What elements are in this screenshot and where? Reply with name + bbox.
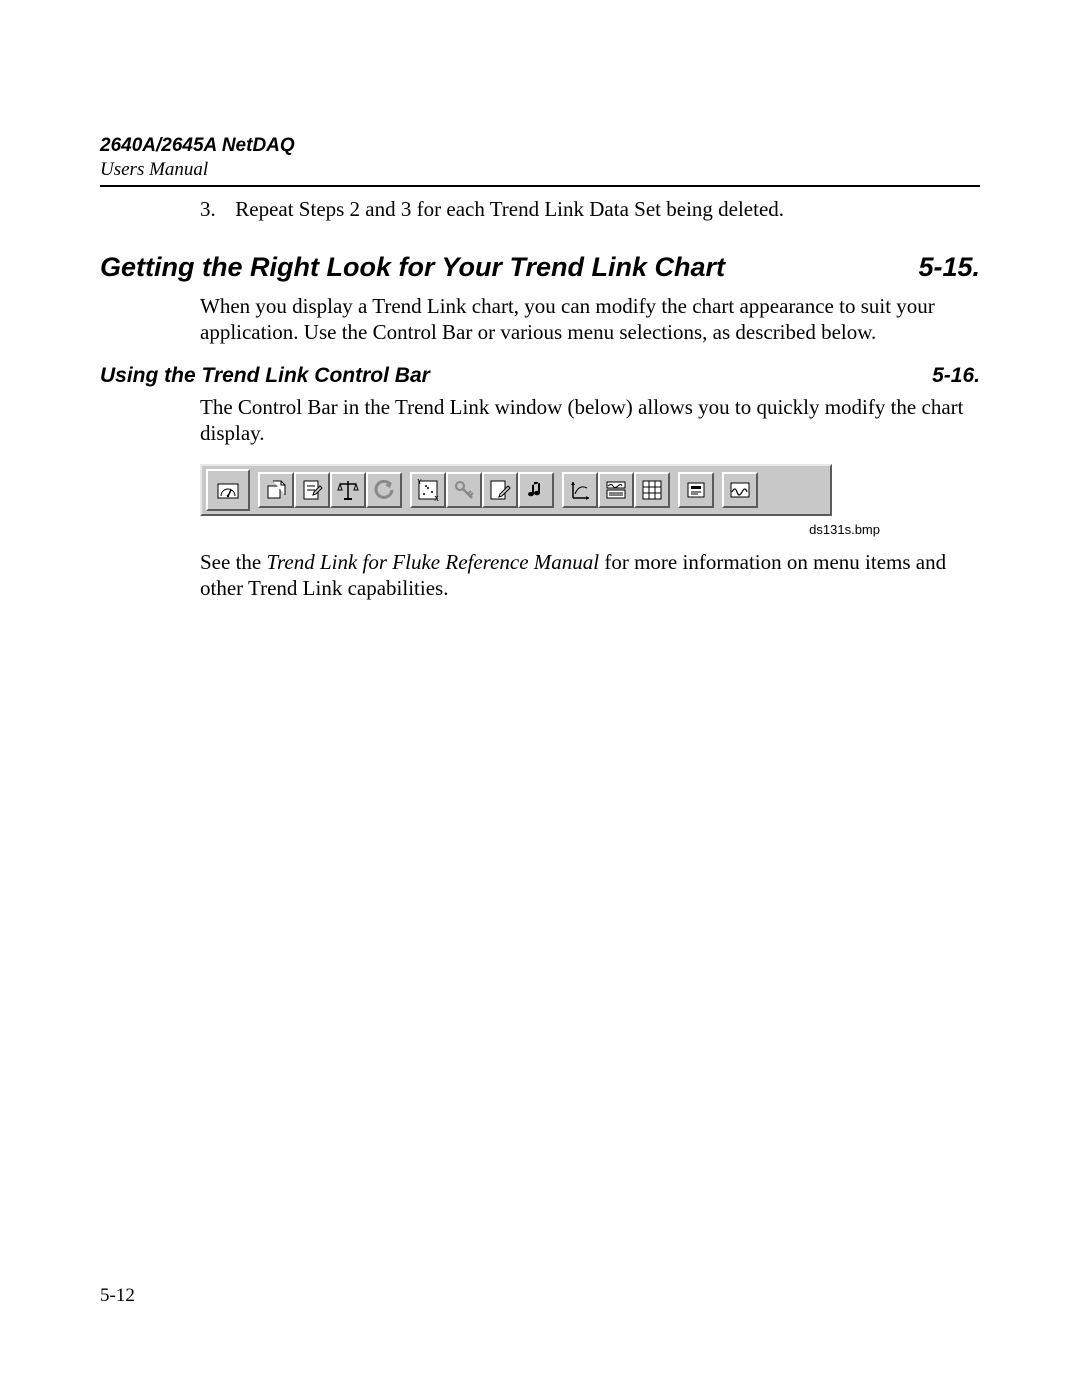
chart-window-icon (604, 478, 628, 502)
document-edit-button[interactable] (294, 472, 330, 508)
subsection-number: 5-16. (932, 364, 980, 388)
key-button[interactable] (446, 472, 482, 508)
file-new-button[interactable] (258, 472, 294, 508)
dashboard-gauge-button[interactable] (206, 469, 250, 511)
section-number: 5-15. (918, 252, 980, 283)
step-text: Repeat Steps 2 and 3 for each Trend Link… (235, 197, 784, 221)
page-header: 2640A/2645A NetDAQ Users Manual (100, 135, 980, 187)
subsection-title: Using the Trend Link Control Bar (100, 364, 430, 388)
step-number: 3. (200, 197, 230, 222)
waveform-icon (728, 478, 752, 502)
section-heading-1: Getting the Right Look for Your Trend Li… (100, 252, 980, 283)
trend-link-control-bar: Y X (200, 464, 832, 516)
header-rule (100, 185, 980, 187)
svg-text:Y: Y (417, 478, 422, 486)
section-heading-2: Using the Trend Link Control Bar 5-16. (100, 364, 980, 388)
grid-button[interactable] (634, 472, 670, 508)
axis-arrows-button[interactable] (562, 472, 598, 508)
grid-icon (640, 478, 664, 502)
pencil-edit-icon (488, 478, 512, 502)
card-button[interactable] (678, 472, 714, 508)
header-subtitle: Users Manual (100, 159, 980, 181)
section-2-body: The Control Bar in the Trend Link window… (200, 394, 980, 447)
xy-scatter-button[interactable]: Y X (410, 472, 446, 508)
section-1-body: When you display a Trend Link chart, you… (200, 293, 980, 346)
ref-pre: See the (200, 550, 266, 574)
header-title: 2640A/2645A NetDAQ (100, 135, 980, 157)
page-number: 5-12 (100, 1285, 135, 1307)
balance-scale-button[interactable] (330, 472, 366, 508)
music-note-button[interactable] (518, 472, 554, 508)
music-note-icon (524, 478, 548, 502)
document-edit-icon (300, 478, 324, 502)
numbered-step: 3. Repeat Steps 2 and 3 for each Trend L… (200, 197, 980, 222)
manual-page: 2640A/2645A NetDAQ Users Manual 3. Repea… (0, 0, 1080, 1397)
axis-arrows-icon (568, 478, 592, 502)
undo-arrow-button[interactable] (366, 472, 402, 508)
ref-manual-title: Trend Link for Fluke Reference Manual (266, 550, 599, 574)
dashboard-gauge-icon (216, 478, 240, 502)
svg-text:X: X (434, 495, 439, 502)
undo-arrow-icon (372, 478, 396, 502)
section-title: Getting the Right Look for Your Trend Li… (100, 252, 725, 283)
figure-caption: ds131s.bmp (100, 522, 880, 537)
balance-scale-icon (336, 478, 360, 502)
key-icon (452, 478, 476, 502)
card-icon (684, 478, 708, 502)
pencil-edit-button[interactable] (482, 472, 518, 508)
chart-window-button[interactable] (598, 472, 634, 508)
waveform-button[interactable] (722, 472, 758, 508)
file-new-icon (264, 478, 288, 502)
reference-paragraph: See the Trend Link for Fluke Reference M… (200, 549, 980, 602)
xy-scatter-icon: Y X (416, 478, 440, 502)
